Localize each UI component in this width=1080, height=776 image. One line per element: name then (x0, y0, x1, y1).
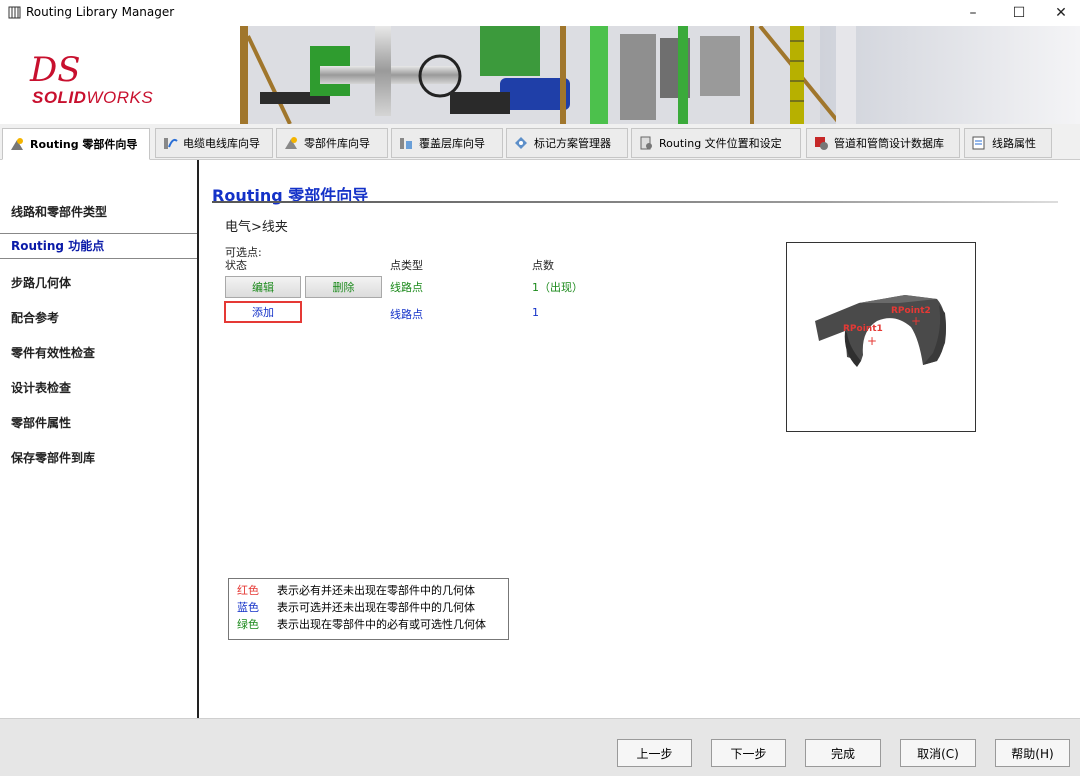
tab-routing-component-wizard[interactable]: Routing 零部件向导 (2, 128, 150, 160)
close-button[interactable]: ✕ (1038, 2, 1080, 24)
app-icon (8, 6, 21, 19)
solidworks-wordmark: SOLIDWORKS (32, 88, 154, 107)
add-button[interactable]: 添加 (224, 301, 302, 323)
title-divider (212, 201, 1058, 203)
sidebar-item-component-properties[interactable]: 零部件属性 (0, 414, 197, 431)
svg-text:+: + (867, 334, 877, 348)
legend-key-green: 绿色 (237, 618, 259, 631)
sidebar-item-part-validity-check[interactable]: 零件有效性检查 (0, 344, 197, 361)
piping-database-icon (815, 137, 828, 150)
sidebar-item-routing-functionality-points[interactable]: Routing 功能点 (0, 233, 197, 259)
point-type-cell: 线路点 (390, 308, 423, 321)
tab-covering-library-wizard[interactable]: 覆盖层库向导 (391, 128, 503, 158)
legend-key-red: 红色 (237, 584, 259, 597)
routing-wizard-icon (11, 138, 23, 150)
finish-button[interactable]: 完成 (805, 739, 881, 767)
tab-component-library-wizard[interactable]: 零部件库向导 (276, 128, 388, 158)
component-preview: RPoint2 RPoint1 + + (786, 242, 976, 432)
previous-button[interactable]: 上一步 (617, 739, 692, 767)
tag-scheme-icon (515, 137, 527, 149)
wizard-footer: 上一步 下一步 完成 取消(C) 帮助(H) (0, 718, 1080, 776)
legend-row: 绿色 表示出现在零部件中的必有或可选性几何体 (237, 616, 500, 633)
window-title: Routing Library Manager (26, 5, 175, 19)
rpoint1-label: RPoint1 (843, 324, 883, 334)
legend-text: 表示出现在零部件中的必有或可选性几何体 (277, 618, 486, 631)
sidebar-item-route-geometry[interactable]: 步路几何体 (0, 274, 197, 291)
sidebar-item-mate-references[interactable]: 配合参考 (0, 309, 197, 326)
sidebar-item-save-component-to-library[interactable]: 保存零部件到库 (0, 449, 197, 466)
sidebar-item-route-and-component-type[interactable]: 线路和零部件类型 (0, 203, 197, 220)
next-button[interactable]: 下一步 (711, 739, 786, 767)
banner: DS SOLIDWORKS (0, 26, 1080, 124)
edit-button[interactable]: 编辑 (225, 276, 301, 298)
legend-key-blue: 蓝色 (237, 601, 259, 614)
minimize-button[interactable]: – (950, 2, 996, 24)
component-library-icon (285, 137, 297, 149)
help-button[interactable]: 帮助(H) (995, 739, 1070, 767)
file-locations-icon (640, 136, 652, 150)
route-properties-icon (972, 136, 985, 150)
point-type-column-header: 点类型 (390, 259, 423, 272)
covering-library-icon (400, 138, 412, 149)
ds-logo: DS (30, 50, 81, 90)
maximize-button[interactable]: ☐ (996, 2, 1042, 24)
point-type-cell: 线路点 (390, 281, 423, 294)
legend-text: 表示可选并还未出现在零部件中的几何体 (277, 601, 475, 614)
color-legend: 红色 表示必有并还未出现在零部件中的几何体 蓝色 表示可选并还未出现在零部件中的… (228, 578, 509, 640)
status-column-header: 状态 (225, 259, 247, 272)
main-panel: Routing 零部件向导 电气>线夹 可选点: 状态 点类型 点数 编辑 删除… (201, 160, 1080, 718)
tab-routing-file-locations[interactable]: Routing 文件位置和设定 (631, 128, 801, 158)
tab-route-properties[interactable]: 线路属性 (964, 128, 1052, 158)
cancel-button[interactable]: 取消(C) (900, 739, 976, 767)
svg-text:+: + (911, 314, 921, 328)
legend-text: 表示必有并还未出现在零部件中的几何体 (277, 584, 475, 597)
point-count-column-header: 点数 (532, 259, 554, 272)
cable-clip-model: RPoint2 RPoint1 + + (815, 295, 946, 367)
point-count-cell: 1 (532, 306, 539, 319)
wizard-steps-sidebar: 线路和零部件类型 Routing 功能点 步路几何体 配合参考 零件有效性检查 … (0, 160, 199, 718)
cable-library-icon (164, 138, 178, 149)
tab-piping-database[interactable]: 管道和管筒设计数据库 (806, 128, 960, 158)
point-count-cell: 1（出现） (532, 281, 583, 294)
sidebar-item-design-table-check[interactable]: 设计表检查 (0, 379, 197, 396)
tab-bar: Routing 零部件向导 电缆电线库向导 零部件库向导 覆盖层库向导 标记方案… (0, 124, 1080, 160)
plant-illustration (200, 26, 1080, 124)
breadcrumb: 电气>线夹 (225, 220, 288, 235)
tab-tag-scheme-manager[interactable]: 标记方案管理器 (506, 128, 628, 158)
legend-row: 蓝色 表示可选并还未出现在零部件中的几何体 (237, 599, 500, 616)
tab-cable-library-wizard[interactable]: 电缆电线库向导 (155, 128, 273, 158)
title-bar: Routing Library Manager – ☐ ✕ (0, 0, 1080, 26)
delete-button[interactable]: 删除 (305, 276, 382, 298)
legend-row: 红色 表示必有并还未出现在零部件中的几何体 (237, 582, 500, 599)
